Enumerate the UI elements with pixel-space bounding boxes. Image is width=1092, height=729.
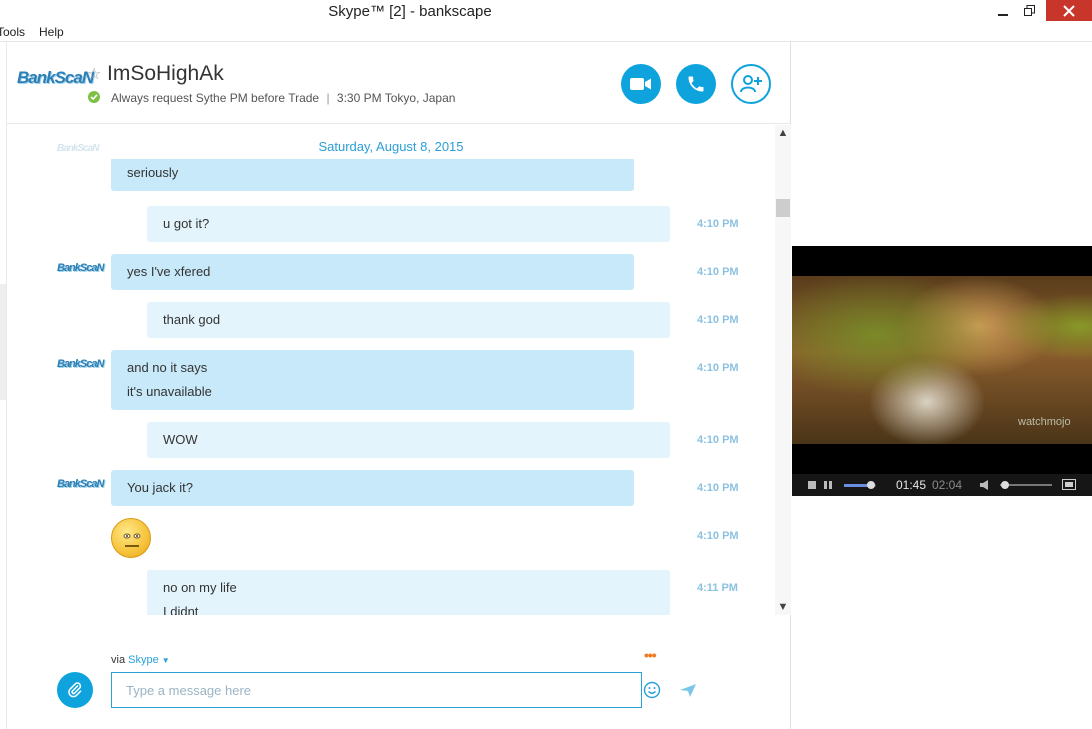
via-service[interactable]: Skype (128, 654, 159, 666)
phone-icon (688, 76, 704, 92)
stop-icon[interactable] (808, 481, 816, 489)
scroll-up-icon[interactable]: ▲ (775, 127, 791, 139)
message-text: seriously (127, 165, 179, 180)
favorite-star-icon[interactable]: ☆ (87, 64, 101, 84)
message-text: and no it says (127, 360, 208, 375)
message-timestamp: 4:10 PM (697, 530, 739, 542)
message-timestamp: 4:10 PM (697, 314, 739, 326)
date-separator: Saturday, August 8, 2015 (318, 139, 464, 154)
menu-bar: Tools Help (0, 22, 1092, 42)
sender-avatar: BankScaN (57, 358, 104, 370)
message-timestamp: 4:10 PM (697, 218, 739, 230)
message-text: I didnt (163, 604, 199, 615)
mood-separator: | (326, 91, 330, 105)
contacts-pane-highlight (0, 284, 6, 400)
scrollbar-thumb[interactable] (776, 199, 790, 217)
more-options-icon[interactable]: ••• (644, 647, 657, 663)
video-player[interactable]: watchmojo 01:45 02:04 (792, 246, 1092, 496)
video-call-button[interactable] (621, 64, 661, 104)
seek-bar[interactable] (844, 481, 876, 489)
message-text: thank god (163, 312, 221, 327)
contact-mood: Always request Sythe PM before Trade | 3… (111, 91, 455, 105)
pause-icon[interactable] (824, 481, 832, 489)
message-timestamp: 4:11 PM (697, 582, 738, 594)
message-scrollbar[interactable]: ▲ ▼ (775, 125, 791, 615)
chevron-down-icon[interactable]: ▼ (162, 656, 170, 665)
message-text: u got it? (163, 216, 210, 231)
total-duration: 02:04 (932, 478, 963, 492)
video-frame: watchmojo (792, 276, 1092, 444)
paperclip-icon (68, 682, 82, 698)
sender-avatar: BankScaN (57, 262, 104, 274)
volume-slider[interactable] (1000, 481, 1052, 489)
restore-icon (1023, 5, 1035, 16)
message-bubble[interactable]: no on my life I didnt (147, 570, 670, 615)
emoji-icon[interactable] (643, 681, 661, 699)
mood-message: Always request Sythe PM before Trade (111, 91, 320, 105)
via-label: via (111, 654, 126, 666)
audio-call-button[interactable] (676, 64, 716, 104)
menu-tools[interactable]: Tools (0, 25, 25, 39)
close-button[interactable] (1046, 0, 1092, 21)
via-service-selector[interactable]: via Skype ▼ (111, 654, 170, 666)
message-timestamp: 4:10 PM (697, 434, 739, 446)
message-bubble[interactable]: and no it says it's unavailable (111, 350, 634, 410)
contact-local-time: 3:30 PM Tokyo, Japan (336, 91, 456, 105)
message-bubble[interactable]: yes I've xfered (111, 254, 634, 290)
fullscreen-icon[interactable] (1062, 479, 1076, 490)
elapsed-time: 01:45 (896, 478, 927, 492)
message-timestamp: 4:10 PM (697, 482, 739, 494)
message-timestamp: 4:10 PM (697, 266, 739, 278)
video-camera-icon (630, 78, 651, 90)
message-bubble[interactable]: thank god (147, 302, 670, 338)
title-bar: Skype™ [2] - bankscape (0, 0, 1092, 22)
message-bubble[interactable]: seriously (111, 159, 634, 191)
online-status-icon (88, 91, 100, 103)
message-text: WOW (163, 432, 198, 447)
message-history[interactable]: BankScaN Saturday, August 8, 2015 seriou… (7, 125, 775, 615)
contacts-pane-edge (0, 42, 7, 729)
player-controls: 01:45 02:04 (792, 474, 1092, 496)
attach-file-button[interactable] (57, 672, 93, 708)
compose-area: via Skype ▼ ••• (7, 615, 791, 729)
straight-face-emoticon-icon[interactable] (111, 518, 151, 558)
minimize-icon (998, 13, 1008, 16)
sender-avatar: BankScaN (57, 478, 104, 490)
close-icon (1063, 4, 1075, 17)
conversation-header: BankScaN ☆ ImSoHighAk Always request Syt… (7, 42, 791, 124)
menu-help[interactable]: Help (39, 25, 64, 39)
message-bubble[interactable]: u got it? (147, 206, 670, 242)
message-text: it's unavailable (127, 384, 212, 399)
window-title: Skype™ [2] - bankscape (328, 3, 492, 20)
video-watermark: watchmojo (1018, 416, 1071, 428)
send-icon[interactable] (679, 681, 697, 699)
message-text: yes I've xfered (127, 264, 211, 279)
message-text: You jack it? (127, 480, 194, 495)
volume-handle[interactable] (1001, 481, 1010, 489)
contact-name[interactable]: ImSoHighAk (107, 62, 224, 86)
message-timestamp: 4:10 PM (697, 362, 739, 374)
message-input[interactable] (111, 672, 642, 708)
add-person-icon (740, 75, 762, 93)
volume-icon[interactable] (980, 480, 989, 490)
add-participant-button[interactable] (731, 64, 771, 104)
video-panel: watchmojo 01:45 02:04 (792, 42, 1092, 729)
scroll-down-icon[interactable]: ▼ (775, 601, 791, 613)
conversation-pane: BankScaN ☆ ImSoHighAk Always request Syt… (7, 42, 791, 729)
restore-button[interactable] (1014, 0, 1044, 21)
message-bubble[interactable]: You jack it? (111, 470, 634, 506)
message-bubble[interactable]: WOW (147, 422, 670, 458)
message-text: no on my life (163, 580, 237, 595)
seek-handle[interactable] (866, 481, 875, 489)
contact-avatar[interactable]: BankScaN (17, 68, 94, 92)
